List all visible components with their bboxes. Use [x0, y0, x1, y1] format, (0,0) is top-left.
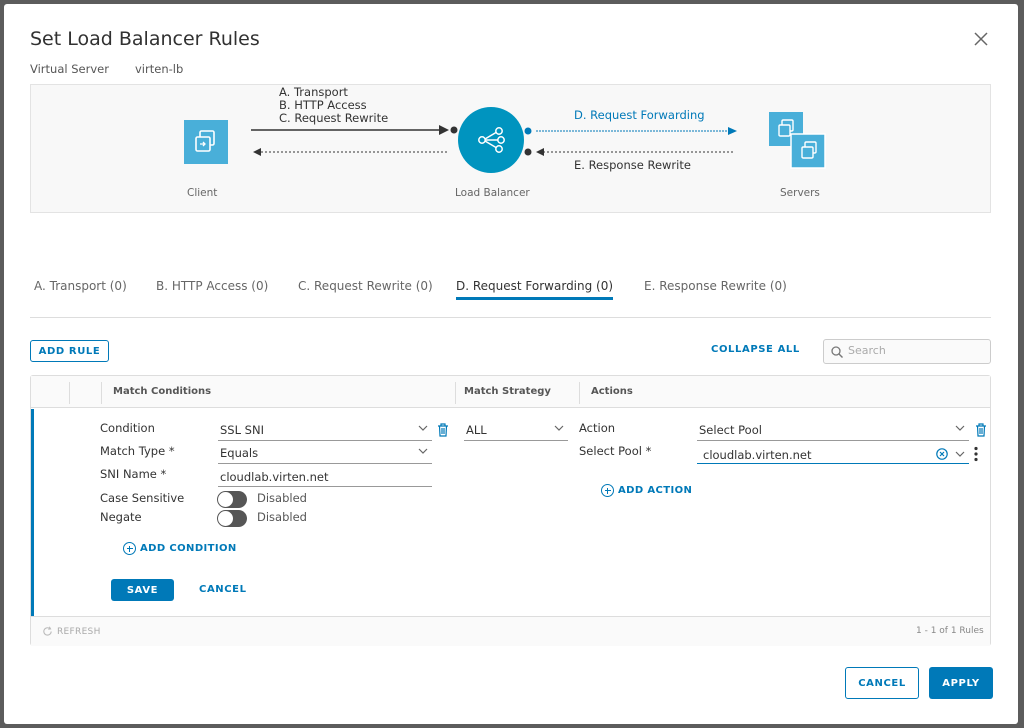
save-rule-button[interactable]: SAVE — [111, 579, 174, 601]
column-header-match-strategy[interactable]: Match Strategy — [464, 386, 551, 397]
column-separator — [455, 382, 456, 404]
condition-select[interactable]: SSL SNI — [218, 421, 432, 441]
sni-name-input[interactable]: cloudlab.virten.net — [218, 467, 432, 487]
negate-label: Negate — [100, 510, 142, 524]
tab-request-rewrite[interactable]: C. Request Rewrite (0) — [298, 279, 433, 299]
chevron-down-icon — [418, 448, 428, 454]
add-condition-label: ADD CONDITION — [140, 543, 237, 554]
grid-header: Match Conditions Match Strategy Actions — [31, 376, 990, 408]
add-action-button[interactable]: ADD ACTION — [601, 484, 692, 497]
column-separator — [101, 382, 102, 404]
add-action-label: ADD ACTION — [618, 485, 693, 496]
close-icon[interactable] — [970, 28, 992, 50]
column-separator — [69, 382, 70, 404]
clear-selection-icon[interactable] — [936, 448, 948, 460]
rule-phase-tabs: A. Transport (0) B. HTTP Access (0) C. R… — [30, 276, 991, 318]
tab-response-rewrite[interactable]: E. Response Rewrite (0) — [644, 279, 787, 299]
servers-icon — [769, 112, 826, 169]
chevron-down-icon — [955, 425, 965, 431]
search-input[interactable] — [848, 344, 986, 357]
negate-status: Disabled — [257, 510, 307, 524]
tab-transport[interactable]: A. Transport (0) — [34, 279, 127, 299]
column-separator — [579, 382, 580, 404]
column-header-actions[interactable]: Actions — [591, 386, 633, 397]
search-icon — [831, 346, 843, 358]
cancel-button[interactable]: CANCEL — [845, 667, 919, 699]
plus-circle-icon — [123, 542, 136, 555]
column-header-match-conditions[interactable]: Match Conditions — [113, 386, 211, 397]
add-rule-button[interactable]: ADD RULE — [30, 340, 109, 362]
negate-toggle[interactable] — [217, 510, 247, 527]
match-strategy-value: ALL — [466, 423, 487, 437]
select-pool-value: cloudlab.virten.net — [703, 448, 812, 462]
apply-button[interactable]: APPLY — [929, 667, 993, 699]
match-type-select-value: Equals — [220, 446, 259, 460]
response-rewrite-label: E. Response Rewrite — [574, 158, 691, 172]
match-type-select[interactable]: Equals — [218, 444, 432, 464]
select-pool-label: Select Pool * — [579, 444, 652, 458]
tab-request-forwarding[interactable]: D. Request Forwarding (0) — [456, 279, 614, 300]
virtual-server-label: Virtual Server — [30, 62, 109, 76]
rule-row-editing: Condition SSL SNI Match Type * Equals SN… — [31, 409, 990, 616]
chevron-down-icon — [955, 451, 965, 457]
plus-circle-icon — [601, 484, 614, 497]
dialog-title: Set Load Balancer Rules — [30, 28, 260, 50]
collapse-all-button[interactable]: COLLAPSE ALL — [711, 344, 800, 355]
forward-label: D. Request Forwarding — [574, 108, 705, 122]
chevron-down-icon — [418, 425, 428, 431]
match-strategy-select[interactable]: ALL — [464, 421, 568, 441]
refresh-icon — [43, 626, 52, 636]
action-label: Action — [579, 421, 616, 435]
add-condition-button[interactable]: ADD CONDITION — [123, 542, 237, 555]
tab-http-access[interactable]: B. HTTP Access (0) — [156, 279, 268, 299]
servers-label: Servers — [780, 187, 820, 199]
case-sensitive-label: Case Sensitive — [100, 491, 185, 505]
sni-name-label: SNI Name * — [100, 467, 167, 481]
select-pool-select[interactable]: cloudlab.virten.net — [697, 444, 969, 464]
action-select[interactable]: Select Pool — [697, 421, 969, 441]
load-balancer-rules-dialog: Set Load Balancer Rules Virtual Server v… — [4, 4, 1018, 724]
grid-footer: REFRESH 1 - 1 of 1 Rules — [31, 616, 990, 646]
refresh-label: REFRESH — [57, 626, 101, 637]
virtual-server-value: virten-lb — [135, 62, 184, 76]
pagination-text: 1 - 1 of 1 Rules — [916, 626, 984, 636]
traffic-flow-diagram: Client A. Transport B. HTTP Access C. Re… — [30, 84, 991, 213]
load-balancer-icon — [458, 107, 524, 173]
case-sensitive-status: Disabled — [257, 491, 307, 505]
search-box — [823, 339, 991, 364]
match-type-label: Match Type * — [100, 444, 175, 458]
refresh-button[interactable]: REFRESH — [42, 626, 101, 637]
delete-action-icon[interactable] — [975, 423, 987, 437]
rules-datagrid: Match Conditions Match Strategy Actions … — [30, 375, 991, 646]
condition-select-value: SSL SNI — [220, 423, 264, 437]
load-balancer-label: Load Balancer — [455, 187, 530, 199]
delete-condition-icon[interactable] — [437, 423, 449, 437]
more-options-icon[interactable] — [972, 446, 980, 462]
cancel-rule-button[interactable]: CANCEL — [199, 584, 247, 595]
condition-label: Condition — [100, 421, 155, 435]
chevron-down-icon — [554, 425, 564, 431]
action-select-value: Select Pool — [699, 423, 762, 437]
case-sensitive-toggle[interactable] — [217, 491, 247, 508]
